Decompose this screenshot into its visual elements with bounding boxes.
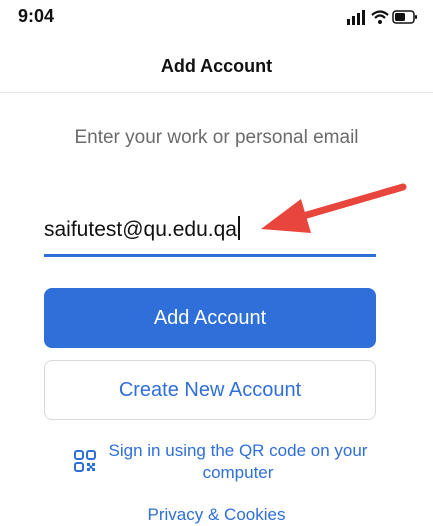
signal-icon: [347, 10, 365, 25]
email-text: saifutest@qu.edu.qa: [44, 218, 237, 241]
qr-sign-in-label: Sign in using the QR code on your comput…: [108, 441, 368, 482]
qr-code-icon: [74, 450, 96, 472]
email-input-value[interactable]: saifutest@qu.edu.qa: [44, 216, 240, 242]
qr-sign-in-link[interactable]: Sign in using the QR code on your comput…: [74, 440, 374, 484]
privacy-cookies-link[interactable]: Privacy & Cookies: [0, 505, 433, 525]
status-icons: [347, 10, 417, 25]
status-bar: 9:04: [0, 0, 433, 36]
add-account-button[interactable]: Add Account: [44, 288, 376, 348]
email-prompt: Enter your work or personal email: [74, 127, 359, 148]
battery-icon: [392, 10, 417, 24]
add-account-screen: 9:04 Add Account Enter your work or pers…: [0, 0, 433, 526]
text-caret: [237, 216, 240, 240]
page-title: Add Account: [160, 56, 273, 76]
create-new-account-button[interactable]: Create New Account: [44, 360, 376, 420]
annotation-arrow-icon: [261, 183, 407, 233]
wifi-icon: [371, 10, 389, 24]
status-time: 9:04: [18, 6, 55, 26]
nav-bar: Add Account: [0, 36, 433, 93]
